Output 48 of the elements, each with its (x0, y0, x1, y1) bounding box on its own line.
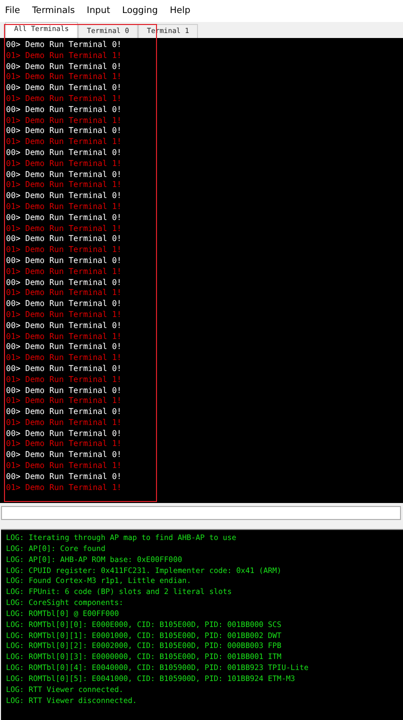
terminal-line: 00> Demo Run Terminal 0! (6, 320, 122, 332)
terminal-line: 00> Demo Run Terminal 0! (6, 407, 122, 418)
terminal-line: 01> Demo Run Terminal 1! (6, 224, 122, 234)
terminal-line: 00> Demo Run Terminal 0! (6, 40, 122, 51)
terminal-line: 00> Demo Run Terminal 0! (6, 299, 122, 310)
menu-item[interactable]: Logging (122, 6, 158, 16)
terminal-line: 01> Demo Run Terminal 1! (6, 72, 122, 84)
terminal-line: 00> Demo Run Terminal 0! (6, 148, 122, 159)
terminal-line: 01> Demo Run Terminal 1! (6, 418, 122, 429)
input-field[interactable] (1, 506, 401, 520)
terminal-line: 00> Demo Run Terminal 0! (6, 62, 122, 72)
terminal-line: 00> Demo Run Terminal 0! (6, 126, 122, 138)
terminal-line: 00> Demo Run Terminal 0! (6, 104, 122, 116)
terminal-line: 01> Demo Run Terminal 1! (6, 461, 122, 472)
terminal-line: 01> Demo Run Terminal 1! (6, 310, 122, 321)
terminal-line: 01> Demo Run Terminal 1! (6, 50, 122, 62)
menu-item[interactable]: Terminals (32, 6, 75, 16)
terminal-line: 00> Demo Run Terminal 0! (6, 191, 122, 202)
menu-item[interactable]: Help (170, 6, 190, 16)
terminal-line: 01> Demo Run Terminal 1! (6, 353, 122, 364)
terminal-line: 00> Demo Run Terminal 0! (6, 364, 122, 375)
terminal-line: 01> Demo Run Terminal 1! (6, 396, 122, 408)
terminal-line: 01> Demo Run Terminal 1! (6, 374, 122, 386)
terminal-line: 01> Demo Run Terminal 1! (6, 116, 122, 126)
terminal-line: 00> Demo Run Terminal 0! (6, 472, 122, 483)
terminal-line: 01> Demo Run Terminal 1! (6, 245, 122, 256)
terminal-line: 01> Demo Run Terminal 1! (6, 180, 122, 192)
terminal-line: 00> Demo Run Terminal 0! (6, 170, 122, 180)
terminal-line: 01> Demo Run Terminal 1! (6, 137, 122, 148)
terminal-line: 01> Demo Run Terminal 1! (6, 202, 122, 213)
terminal-line: 00> Demo Run Terminal 0! (6, 83, 122, 94)
terminal-line: 00> Demo Run Terminal 0! (6, 278, 122, 288)
terminal-line: 01> Demo Run Terminal 1! (6, 439, 122, 450)
terminal-line: 00> Demo Run Terminal 0! (6, 256, 122, 267)
terminal-line: 00> Demo Run Terminal 0! (6, 212, 122, 224)
terminal-line: 01> Demo Run Terminal 1! (6, 158, 122, 170)
terminal-line: 01> Demo Run Terminal 1! (6, 332, 122, 342)
terminal-line: 01> Demo Run Terminal 1! (6, 482, 122, 494)
terminal-line: 00> Demo Run Terminal 0! (6, 428, 122, 440)
terminal-line: 00> Demo Run Terminal 0! (6, 342, 122, 354)
menu-item[interactable]: Input (86, 6, 110, 16)
menu-item[interactable]: File (5, 6, 20, 16)
terminal-line: 01> Demo Run Terminal 1! (6, 266, 122, 278)
terminal-line: 00> Demo Run Terminal 0! (6, 234, 122, 246)
terminal-line: 01> Demo Run Terminal 1! (6, 288, 122, 300)
terminal-line: 00> Demo Run Terminal 0! (6, 386, 122, 396)
terminal-line: 01> Demo Run Terminal 1! (6, 94, 122, 105)
terminal-line: 00> Demo Run Terminal 0! (6, 450, 122, 462)
